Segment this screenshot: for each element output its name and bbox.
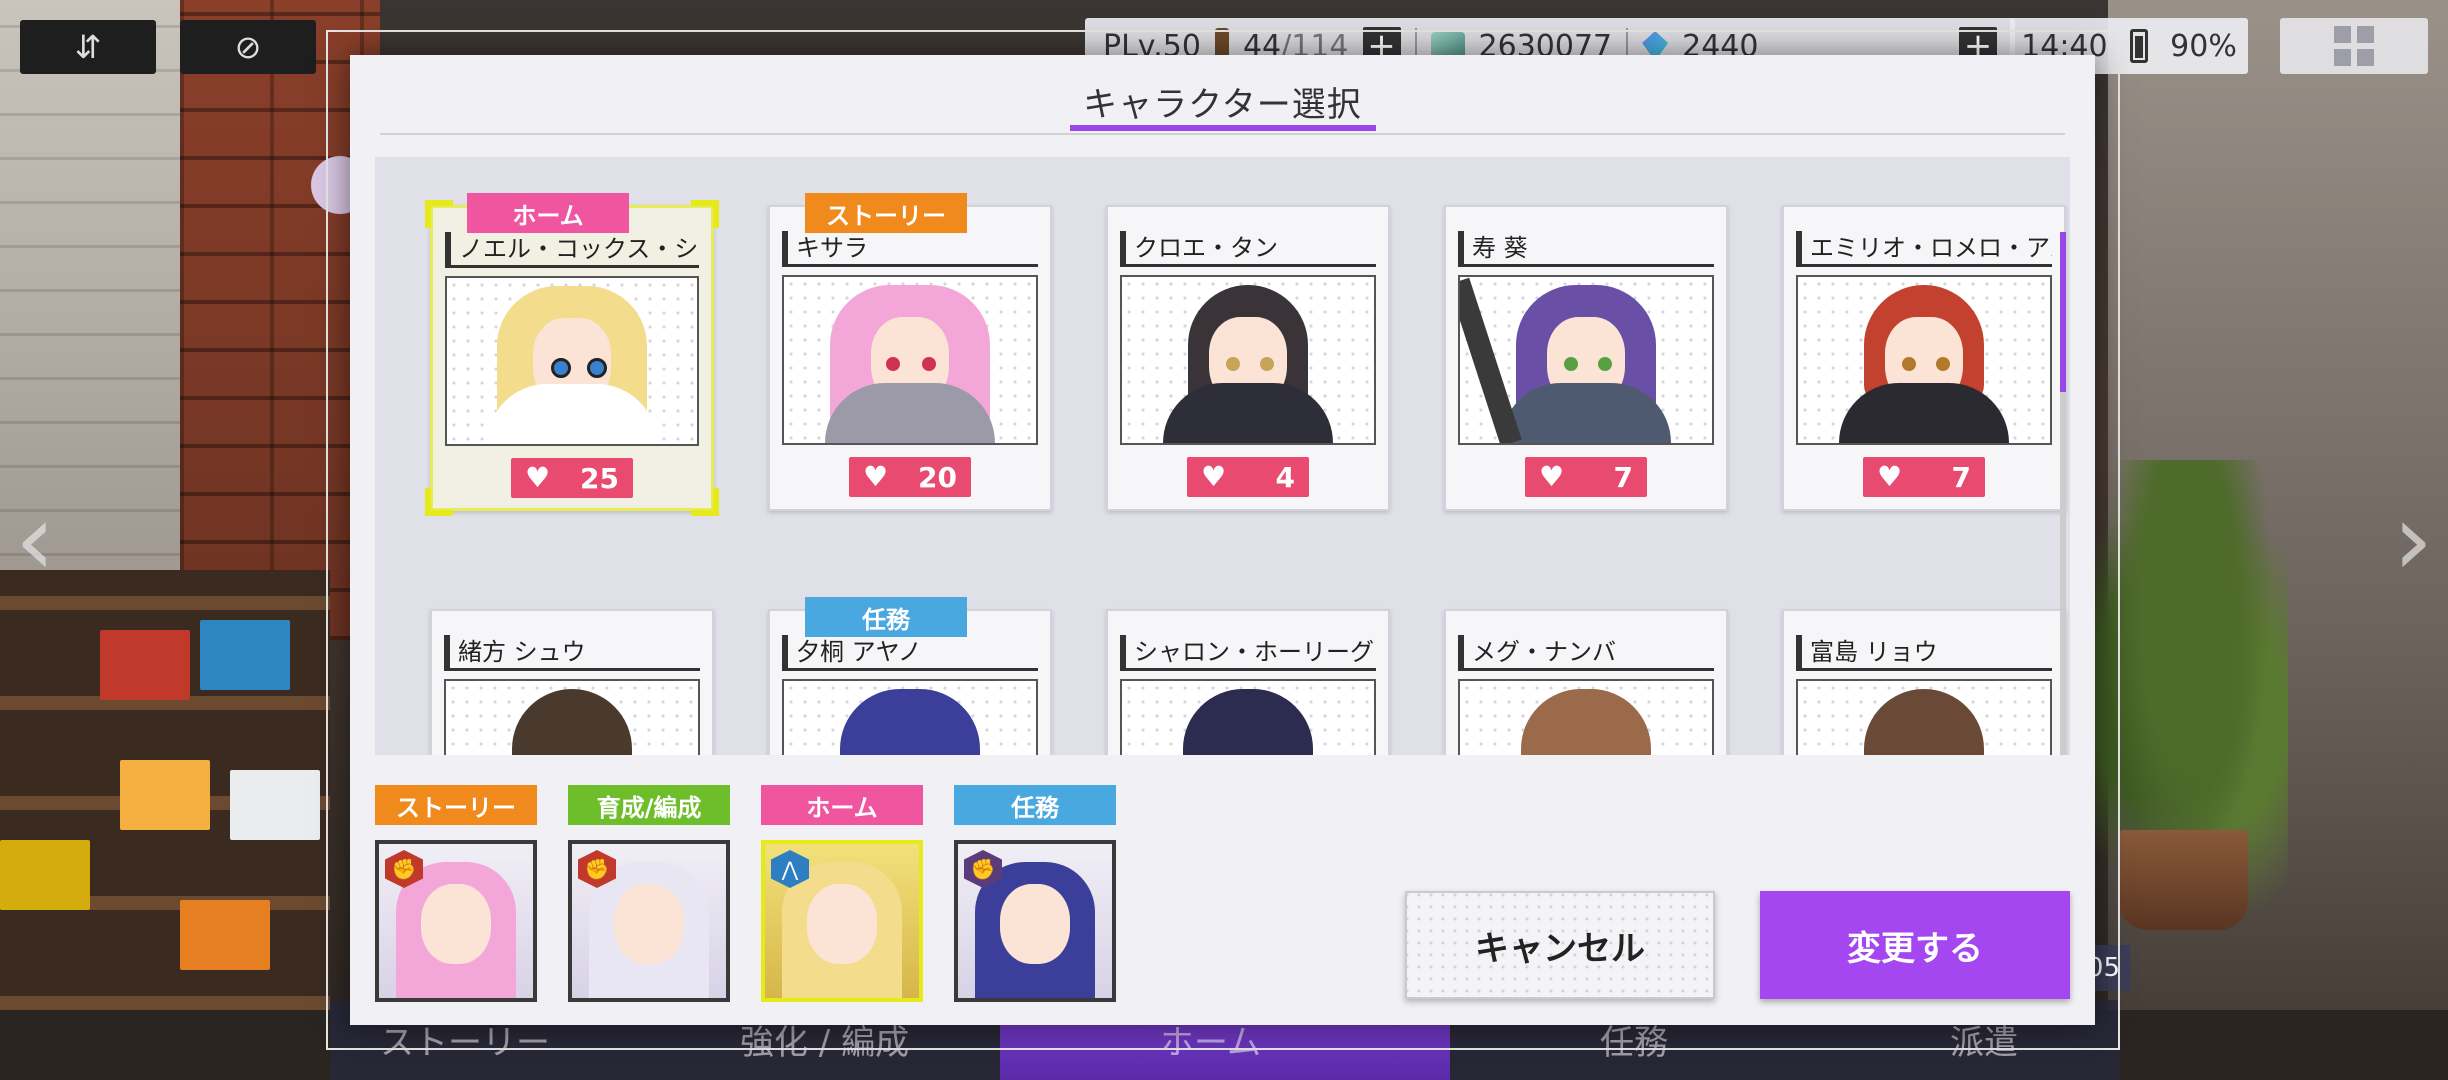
affection-badge: ♥ 25 — [511, 458, 633, 498]
background-bookshelf — [0, 570, 330, 1010]
affection-badge: ♥ 4 — [1187, 457, 1309, 497]
character-card-noel[interactable]: ノエル・コックス・シャン ♥ 25 — [425, 200, 719, 516]
slot-tag-home: ホーム — [761, 785, 923, 825]
confirm-label: 変更する — [1847, 928, 1983, 969]
character-name: 緒方 シュウ — [444, 635, 700, 671]
affection-value: 4 — [1275, 460, 1295, 494]
heart-icon: ♥ — [1201, 460, 1227, 493]
character-card-ryo[interactable]: 富島 リョウ — [1782, 609, 2066, 755]
title-underline — [1070, 125, 1376, 131]
character-card-emilio[interactable]: エミリオ・ロメロ・アルバ ♥ 7 — [1782, 205, 2066, 511]
battery-icon — [2129, 29, 2148, 63]
character-card-aoi[interactable]: 寿 葵 ♥ 7 — [1444, 205, 1728, 511]
character-name: メグ・ナンバ — [1458, 635, 1714, 671]
character-portrait — [1796, 679, 2052, 755]
heart-icon: ♥ — [1877, 460, 1903, 493]
character-name: キサラ — [782, 231, 1038, 267]
hide-ui-icon: ⊘ — [234, 28, 262, 66]
affection-value: 7 — [1951, 460, 1971, 494]
cancel-label: キャンセル — [1475, 928, 1645, 969]
slot-home[interactable]: ⋀ — [761, 840, 923, 1002]
affection-badge: ♥ 20 — [849, 457, 971, 497]
confirm-change-button[interactable]: 変更する — [1760, 891, 2070, 999]
slot-mission[interactable]: ✊ — [954, 840, 1116, 1002]
affection-value: 7 — [1613, 460, 1633, 494]
slot-tag-story: ストーリー — [375, 785, 537, 825]
character-portrait — [782, 275, 1038, 445]
character-portrait — [1120, 275, 1376, 445]
assignment-tag-home: ホーム — [467, 193, 629, 233]
affection-badge: ♥ 7 — [1863, 457, 1985, 497]
character-card-kisara[interactable]: キサラ ♥ 20 — [768, 205, 1052, 511]
chevron-right-icon[interactable]: › — [2383, 490, 2443, 590]
dialog-title: キャラクター選択 — [1083, 85, 1362, 125]
character-name: 寿 葵 — [1458, 231, 1714, 267]
hide-ui-button[interactable]: ⊘ — [180, 20, 316, 74]
scrollbar-thumb[interactable] — [2060, 232, 2066, 392]
heart-icon: ♥ — [525, 461, 551, 494]
affection-value: 20 — [918, 460, 957, 494]
slot-story[interactable]: ✊ — [375, 840, 537, 1002]
character-name: シャロン・ホーリーグレイ — [1120, 635, 1376, 671]
figure-swap-icon: ⇵ — [74, 28, 102, 66]
character-portrait — [444, 679, 700, 755]
cancel-button[interactable]: キャンセル — [1405, 891, 1715, 999]
character-portrait — [1796, 275, 2052, 445]
character-card-chloe[interactable]: クロエ・タン ♥ 4 — [1106, 205, 1390, 511]
chevron-left-icon[interactable]: ‹ — [5, 490, 65, 590]
slot-tag-mission: 任務 — [954, 785, 1116, 825]
slot-tag-training: 育成/編成 — [568, 785, 730, 825]
heart-icon: ♥ — [863, 460, 889, 493]
main-menu-button[interactable] — [2280, 18, 2428, 74]
affection-badge: ♥ 7 — [1525, 457, 1647, 497]
menu-button[interactable]: ⇵ — [20, 20, 156, 74]
character-select-dialog: キャラクター選択 ノエル・コックス・シャン ♥ 25 ホーム — [350, 55, 2095, 1025]
character-portrait — [782, 679, 1038, 755]
character-card-sharon[interactable]: シャロン・ホーリーグレイ — [1106, 609, 1390, 755]
character-grid[interactable]: ノエル・コックス・シャン ♥ 25 ホーム キサラ — [375, 157, 2070, 755]
heart-icon: ♥ — [1539, 460, 1565, 493]
character-name: 富島 リョウ — [1796, 635, 2052, 671]
character-card-shu[interactable]: 緒方 シュウ — [430, 609, 714, 755]
affection-value: 25 — [580, 461, 619, 495]
character-name: エミリオ・ロメロ・アルバ — [1796, 231, 2052, 267]
character-portrait — [1458, 275, 1714, 445]
character-name: ノエル・コックス・シャン — [445, 232, 699, 268]
assignment-tag-story: ストーリー — [805, 193, 967, 233]
slot-training[interactable]: ✊ — [568, 840, 730, 1002]
character-portrait — [1458, 679, 1714, 755]
title-divider — [380, 133, 2065, 135]
battery-level: 90% — [2170, 28, 2237, 64]
grid-scrollbar[interactable] — [2060, 232, 2066, 755]
character-name: 夕桐 アヤノ — [782, 635, 1038, 671]
character-portrait — [445, 276, 699, 446]
assignment-tag-mission: 任務 — [805, 597, 967, 637]
grid-menu-icon — [2334, 26, 2374, 66]
background-plant-pot — [2118, 830, 2248, 930]
character-name: クロエ・タン — [1120, 231, 1376, 267]
character-portrait — [1120, 679, 1376, 755]
character-card-meg[interactable]: メグ・ナンバ — [1444, 609, 1728, 755]
